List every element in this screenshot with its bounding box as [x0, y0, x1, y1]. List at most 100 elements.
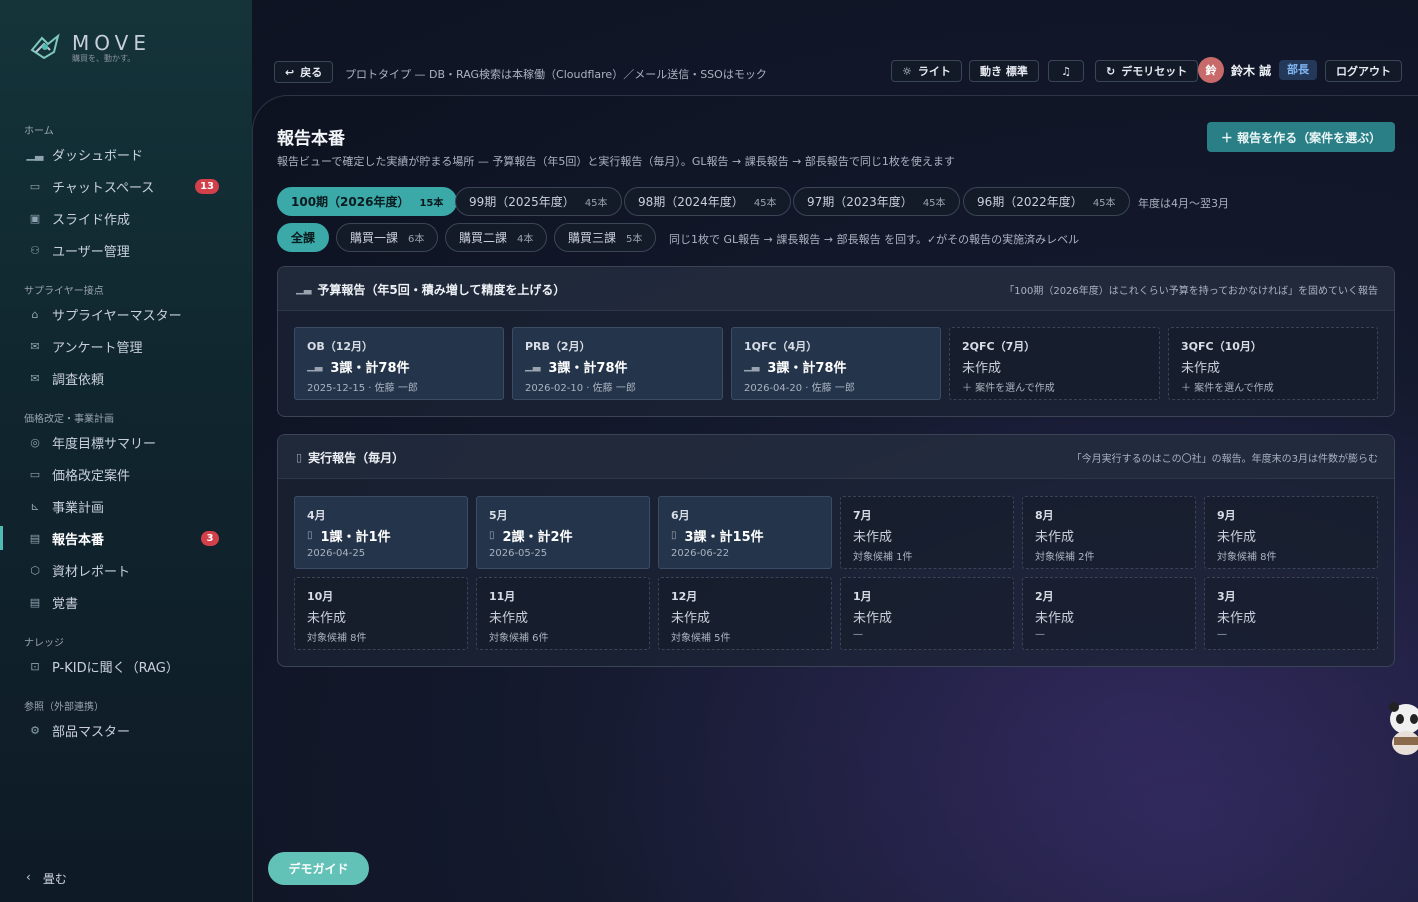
sidebar-item-chat-space[interactable]: ▭ チャットスペース 13	[0, 172, 252, 200]
prototype-note: プロトタイプ — DB・RAG検索は本稼働（Cloudflare）／メール送信・…	[345, 68, 767, 81]
tab-period-99[interactable]: 99期（2025年度） 45本	[455, 187, 622, 216]
sidebar-item-annual-target[interactable]: ◎ 年度目標サマリー	[0, 428, 252, 456]
period-note: 年度は4月〜翌3月	[1138, 197, 1229, 210]
tab-dept-1[interactable]: 購買一課 6本	[336, 223, 439, 252]
sidebar-item-material-report[interactable]: ⬡ 資材レポート	[0, 556, 252, 584]
tab-period-100[interactable]: 100期（2026年度） 15本	[277, 187, 458, 216]
main-panel: 報告本番 報告ビューで確定した実績が貯まる場所 — 予算報告（年5回）と実行報告…	[252, 95, 1418, 902]
sidebar-item-users[interactable]: ⚇ ユーザー管理	[0, 236, 252, 264]
sidebar-item-memo[interactable]: ▤ 覚書	[0, 588, 252, 616]
execution-slot-jan[interactable]: 1月 未作成 —	[840, 577, 1014, 650]
mail-icon: ✉	[30, 339, 40, 353]
users-icon: ⚇	[30, 243, 40, 257]
budget-slot-2qfc[interactable]: 2QFC（7月） 未作成 ＋ 案件を選んで作成	[949, 327, 1160, 400]
budget-slot-ob[interactable]: OB（12月） ▁▃ 3課・計78件 2025-12-15 · 佐藤 一郎	[294, 327, 504, 400]
document-icon: ▯	[671, 530, 677, 541]
budget-report-title: ▁▃ 予算報告（年5回・積み増して精度を上げる）	[296, 283, 566, 297]
bar-chart-icon: ▁▃	[26, 147, 44, 161]
execution-slot-feb[interactable]: 2月 未作成 —	[1022, 577, 1196, 650]
report-count-badge: 3	[201, 531, 219, 546]
sidebar: MOVE 購買を、動かす。 ホーム ▁▃ ダッシュボード ▭ チャットスペース 13…	[0, 0, 252, 902]
memo-icon: ▤	[29, 595, 41, 609]
execution-report-note: 「今月実行するのはこの〇社」の報告。年度末の3月は件数が膨らむ	[1071, 454, 1378, 465]
move-logo-icon	[28, 30, 62, 64]
sidebar-item-parts-master[interactable]: ⚙ 部品マスター	[0, 716, 252, 744]
execution-slot-nov[interactable]: 11月 未作成 対象候補 6件	[476, 577, 650, 650]
execution-slot-sep[interactable]: 9月 未作成 対象候補 8件	[1204, 496, 1378, 569]
tab-dept-all[interactable]: 全課	[277, 223, 330, 252]
chat-count-badge: 13	[195, 179, 219, 194]
execution-slot-mar[interactable]: 3月 未作成 —	[1204, 577, 1378, 650]
create-report-button[interactable]: ＋ 報告を作る（案件を選ぶ）	[1207, 122, 1395, 152]
sidebar-item-business-plan[interactable]: ⊾ 事業計画	[0, 492, 252, 520]
bar-chart-icon: ▁▃	[525, 361, 541, 372]
gear-icon: ⚙	[30, 723, 40, 737]
sidebar-item-research-request[interactable]: ✉ 調査依頼	[0, 364, 252, 392]
demo-guide-button[interactable]: デモガイド	[268, 852, 369, 885]
target-icon: ◎	[30, 435, 40, 449]
execution-slot-jun[interactable]: 6月 ▯ 3課・計15件 2026-06-22	[658, 496, 832, 569]
document-icon: ▤	[29, 531, 41, 545]
tab-period-98[interactable]: 98期（2024年度） 45本	[624, 187, 791, 216]
document-icon: ▯	[489, 530, 495, 541]
tab-dept-2[interactable]: 購買二課 4本	[445, 223, 548, 252]
logo[interactable]: MOVE 購買を、動かす。	[28, 30, 151, 64]
bell-icon: ♫	[1061, 64, 1071, 78]
budget-slot-prb[interactable]: PRB（2月） ▁▃ 3課・計78件 2026-02-10 · 佐藤 一郎	[512, 327, 723, 400]
sidebar-item-survey[interactable]: ✉ アンケート管理	[0, 332, 252, 360]
motion-button[interactable]: 動き 標準	[969, 60, 1039, 82]
execution-slot-aug[interactable]: 8月 未作成 対象候補 2件	[1022, 496, 1196, 569]
sidebar-item-dashboard[interactable]: ▁▃ ダッシュボード	[0, 140, 252, 168]
budget-slot-3qfc[interactable]: 3QFC（10月） 未作成 ＋ 案件を選んで作成	[1168, 327, 1378, 400]
brand-name: MOVE	[72, 30, 151, 55]
panda-mascot-icon[interactable]	[1384, 697, 1418, 761]
notification-button[interactable]: ♫	[1048, 60, 1084, 82]
execution-slot-dec[interactable]: 12月 未作成 対象候補 5件	[658, 577, 832, 650]
bar-chart-icon: ▁▃	[296, 284, 312, 295]
document-icon: ▯	[296, 451, 303, 464]
nav-section-pricing: 価格改定・事業計画	[24, 414, 114, 425]
budget-slot-1qfc[interactable]: 1QFC（4月） ▁▃ 3課・計78件 2026-04-20 · 佐藤 一郎	[731, 327, 941, 400]
refresh-icon: ↻	[1106, 64, 1116, 78]
sidebar-item-supplier-master[interactable]: ⌂ サプライヤーマスター	[0, 300, 252, 328]
slides-icon: ▣	[29, 211, 41, 225]
bar-chart-icon: ▁▃	[307, 361, 323, 372]
execution-slot-may[interactable]: 5月 ▯ 2課・計2件 2026-05-25	[476, 496, 650, 569]
box-icon: ⬡	[30, 563, 40, 577]
topbar: ↩ 戻る プロトタイプ — DB・RAG検索は本稼働（Cloudflare）／メ…	[252, 0, 1418, 95]
execution-slot-apr[interactable]: 4月 ▯ 1課・計1件 2026-04-25	[294, 496, 468, 569]
department-note: 同じ1枚で GL報告 → 課長報告 → 部長報告 を回す。✓がその報告の実施済み…	[669, 233, 1080, 246]
folder-icon: ▭	[29, 467, 41, 481]
brand-tagline: 購買を、動かす。	[72, 53, 136, 63]
user-name: 鈴木 誠	[1231, 64, 1272, 78]
execution-report-title: ▯ 実行報告（毎月）	[296, 451, 405, 465]
demo-reset-button[interactable]: ↻ デモリセット	[1095, 60, 1199, 82]
sidebar-item-rag[interactable]: ⊡ P-KIDに聞く（RAG）	[0, 652, 252, 680]
chevron-left-icon: ‹	[26, 870, 31, 884]
tab-period-96[interactable]: 96期（2022年度） 45本	[963, 187, 1130, 216]
ai-chat-icon: ⊡	[30, 659, 40, 673]
chat-icon: ▭	[29, 179, 41, 193]
page-description: 報告ビューで確定した実績が貯まる場所 — 予算報告（年5回）と実行報告（毎月）。…	[277, 155, 955, 168]
tab-period-97[interactable]: 97期（2023年度） 45本	[793, 187, 960, 216]
sun-icon: ☼	[902, 64, 912, 78]
budget-report-note: 「100期（2026年度）はこれくらい予算を持っておかなければ」を固めていく報告	[1004, 286, 1378, 297]
back-button[interactable]: ↩ 戻る	[274, 61, 334, 83]
bar-chart-icon: ▁▃	[744, 361, 760, 372]
sidebar-item-slides[interactable]: ▣ スライド作成	[0, 204, 252, 232]
tab-dept-3[interactable]: 購買三課 5本	[554, 223, 657, 252]
sidebar-collapse-button[interactable]: ‹ 畳む	[26, 870, 67, 887]
light-mode-button[interactable]: ☼ ライト	[891, 60, 962, 82]
role-badge: 部長	[1279, 60, 1317, 80]
chart-line-icon: ⊾	[30, 499, 40, 513]
nav-section-supplier: サプライヤー接点	[24, 286, 104, 297]
execution-slot-oct[interactable]: 10月 未作成 対象候補 8件	[294, 577, 468, 650]
execution-slot-jul[interactable]: 7月 未作成 対象候補 1件	[840, 496, 1014, 569]
sidebar-item-price-revision[interactable]: ▭ 価格改定案件	[0, 460, 252, 488]
document-icon: ▯	[307, 530, 313, 541]
nav-section-knowledge: ナレッジ	[24, 638, 64, 649]
sidebar-item-report[interactable]: ▤ 報告本番 3	[0, 524, 252, 552]
logout-button[interactable]: ログアウト	[1325, 60, 1402, 82]
avatar[interactable]: 鈴	[1198, 57, 1224, 83]
execution-report-card: ▯ 実行報告（毎月） 「今月実行するのはこの〇社」の報告。年度末の3月は件数が膨…	[277, 434, 1395, 667]
